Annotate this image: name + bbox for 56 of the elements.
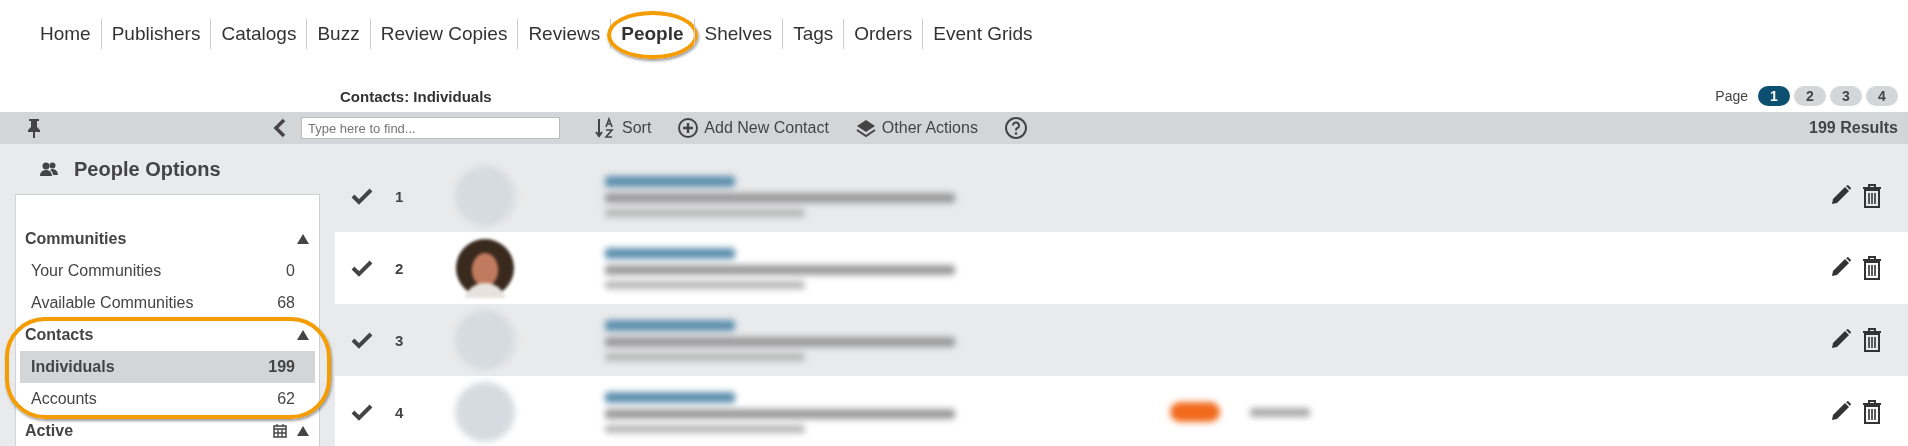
check-icon[interactable] (351, 259, 373, 277)
collapse-icon[interactable] (273, 118, 287, 138)
sort-button[interactable]: Sort (595, 117, 652, 139)
page-button[interactable]: 1 (1758, 86, 1790, 106)
sidebar-item[interactable]: Individuals 199 (20, 351, 315, 383)
collapse-arrow-icon[interactable] (297, 234, 309, 244)
collapse-arrow-icon[interactable] (297, 330, 309, 340)
results-count: 199 Results (1809, 119, 1898, 137)
nav-tab[interactable]: Buzz (311, 19, 366, 49)
layers-icon (854, 118, 877, 138)
nav-tab[interactable]: Home (34, 19, 97, 49)
delete-icon[interactable] (1862, 256, 1882, 280)
row-number: 1 (395, 187, 405, 205)
sidebar-item[interactable]: Available Communities 68 (20, 287, 315, 319)
check-icon[interactable] (351, 331, 373, 349)
delete-icon[interactable] (1862, 184, 1882, 208)
page-title: Contacts: Individuals (340, 87, 492, 105)
page-button[interactable]: 4 (1866, 86, 1898, 106)
nav-tab[interactable]: Reviews (522, 19, 607, 49)
nav-tab[interactable]: People (615, 19, 690, 49)
row-number: 2 (395, 259, 405, 277)
nav-tab[interactable]: Shelves (698, 19, 779, 49)
page-button[interactable]: 2 (1794, 86, 1826, 106)
nav-tab[interactable]: Orders (848, 19, 919, 49)
edit-icon[interactable] (1830, 400, 1852, 422)
row-number: 3 (395, 331, 405, 349)
section-heading: Contacts (25, 326, 94, 344)
delete-icon[interactable] (1862, 328, 1882, 352)
page-label: Page (1715, 88, 1748, 104)
page-button[interactable]: 3 (1830, 86, 1862, 106)
nav-tab[interactable]: Tags (787, 19, 840, 49)
sidebar-item[interactable]: Accounts 62 (20, 383, 315, 415)
nav-tab[interactable]: Review Copies (374, 19, 514, 49)
sidebar-item[interactable]: Your Communities 0 (20, 255, 315, 287)
pin-icon[interactable] (25, 118, 43, 138)
row-number: 4 (395, 403, 405, 421)
edit-icon[interactable] (1830, 184, 1852, 206)
plus-circle-icon (677, 117, 700, 139)
help-button[interactable] (1003, 116, 1028, 140)
nav-tab[interactable]: Publishers (105, 19, 207, 49)
nav-tab[interactable]: Catalogs (215, 19, 303, 49)
collapse-arrow-icon[interactable] (297, 426, 309, 436)
delete-icon[interactable] (1862, 400, 1882, 424)
search-field[interactable]: Type here to find... (301, 117, 560, 139)
sidebar-title: People Options (74, 157, 221, 181)
section-heading: Communities (25, 230, 127, 248)
calendar-icon[interactable] (273, 424, 287, 438)
other-button[interactable]: Other Actions (854, 118, 978, 138)
edit-icon[interactable] (1830, 328, 1852, 350)
people-icon (40, 162, 58, 176)
check-icon[interactable] (351, 187, 373, 205)
section-heading: Active (25, 422, 74, 440)
nav-tab[interactable]: Event Grids (927, 19, 1039, 49)
edit-icon[interactable] (1830, 256, 1852, 278)
check-icon[interactable] (351, 403, 373, 421)
add-button[interactable]: Add New Contact (677, 117, 829, 139)
